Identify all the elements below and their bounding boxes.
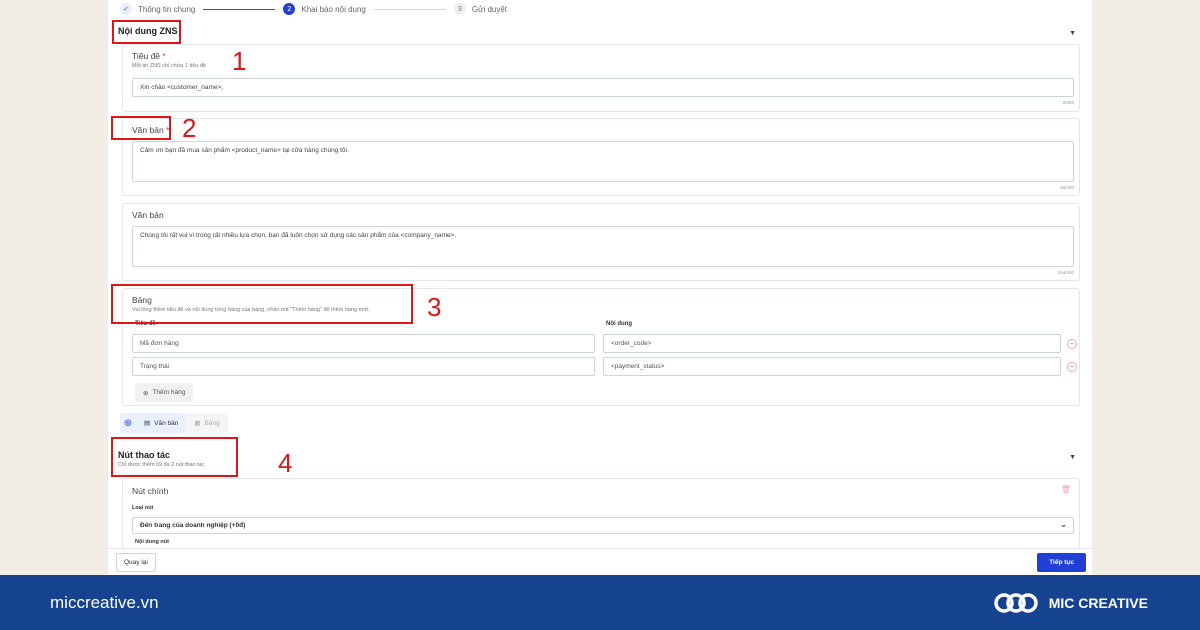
website-url[interactable]: miccreative.vn [50,593,159,613]
step-label: Gửi duyệt [471,4,508,14]
table-row-title-input[interactable]: Mã đơn hàng [132,334,595,353]
annotation-box-3 [111,284,413,324]
char-counter: 66/400 [1060,185,1074,190]
annotation-number-1: 1 [232,46,247,76]
stepper: ✓ Thông tin chung 2 Khai báo nội dung 3 … [120,0,1080,18]
main-button-card: Nút chính 🗑 Loại nút Đến trang của doanh… [122,478,1080,550]
add-row-button[interactable]: ⊕ Thêm hàng [135,383,194,402]
button-type-select[interactable]: Đến trang của doanh nghiệp (+0đ) ⌄ [132,517,1074,534]
section-hint: Chỉ được thêm tối đa 2 nút thao tác [118,462,205,468]
table-row-title-input[interactable]: Trạng thái [132,357,595,376]
char-counter: 104/400 [1057,270,1074,275]
main-button-label: Nút chính [132,486,169,496]
text-textarea-1[interactable]: Cảm ơn bạn đã mua sản phẩm <product_name… [132,141,1074,182]
step-number: 2 [283,3,296,15]
table-icon: ▦ [194,420,201,427]
title-card: Tiêu đề * Mỗi tin ZNS chỉ chứa 1 tiêu đề… [122,44,1080,112]
trash-icon[interactable]: 🗑 [1061,485,1071,494]
check-icon: ✓ [120,3,132,15]
remove-row-icon[interactable]: − [1067,362,1077,372]
annotation-box-2 [111,116,171,140]
actions-section-header[interactable]: Nút thao tác Chỉ được thêm tối đa 2 nút … [118,450,1082,468]
button-type-label: Loại nút [132,505,154,511]
text-card-1: Văn bản * Cảm ơn bạn đã mua sản phẩm <pr… [122,118,1080,196]
text-label: Văn bản [132,210,164,220]
tab-text[interactable]: ▤ Văn bản [136,413,187,433]
table-col-content: Nội dung [606,321,632,327]
step-submit[interactable]: 3 Gửi duyệt [453,3,508,15]
annotation-box-1 [112,20,181,44]
section-title: Nút thao tác [118,450,171,460]
mic-logo-icon [993,593,1038,613]
bottom-action-bar [108,548,1092,575]
table-row-content-input[interactable]: <payment_status> [603,357,1061,376]
caret-down-icon[interactable]: ▼ [1069,454,1076,461]
brand-logo: MIC CREATIVE [993,590,1148,616]
chevron-down-icon: ⌄ [1060,520,1067,529]
title-label: Tiêu đề * [132,51,166,61]
step-content[interactable]: 2 Khai báo nội dung [283,3,366,15]
caret-down-icon[interactable]: ▼ [1069,30,1076,37]
step-number: 3 [453,3,466,15]
step-connector [203,8,276,10]
text-card-2: Văn bản Chúng tôi rất vui vì trong rất n… [122,203,1080,281]
step-connector [373,8,446,10]
step-label: Khai báo nội dung [301,4,366,14]
zns-section-header[interactable]: Nội dung ZNS ▼ [118,26,1082,37]
title-hint: Mỗi tin ZNS chỉ chứa 1 tiêu đề [132,63,206,69]
add-block-icon[interactable]: ⊕ [120,413,136,433]
brand-name: MIC CREATIVE [1048,595,1148,611]
annotation-number-4: 4 [278,448,293,478]
remove-row-icon[interactable]: − [1067,339,1077,349]
char-counter: 25/65 [1062,100,1074,105]
step-general-info[interactable]: ✓ Thông tin chung [120,3,195,15]
annotation-number-2: 2 [182,113,197,143]
tab-table[interactable]: ▦ Bảng [186,413,228,433]
title-input[interactable]: Xin chào <customer_name>, [132,78,1074,97]
back-button[interactable]: Quay lại [116,553,156,572]
text-block-icon: ▤ [144,420,151,427]
annotation-number-3: 3 [427,292,442,322]
step-label: Thông tin chung [138,4,196,14]
plus-circle-icon: ⊕ [143,389,149,397]
content-type-tabs: ⊕ ▤ Văn bản ▦ Bảng [120,413,228,433]
brand-footer: miccreative.vn MIC CREATIVE [0,575,1200,630]
button-content-label: Nội dung nút [135,539,169,545]
text-textarea-2[interactable]: Chúng tôi rất vui vì trong rất nhiều lựa… [132,226,1074,267]
continue-button[interactable]: Tiếp tục [1037,553,1086,572]
annotation-box-4 [111,437,238,477]
table-row-content-input[interactable]: <order_code> [603,334,1061,353]
